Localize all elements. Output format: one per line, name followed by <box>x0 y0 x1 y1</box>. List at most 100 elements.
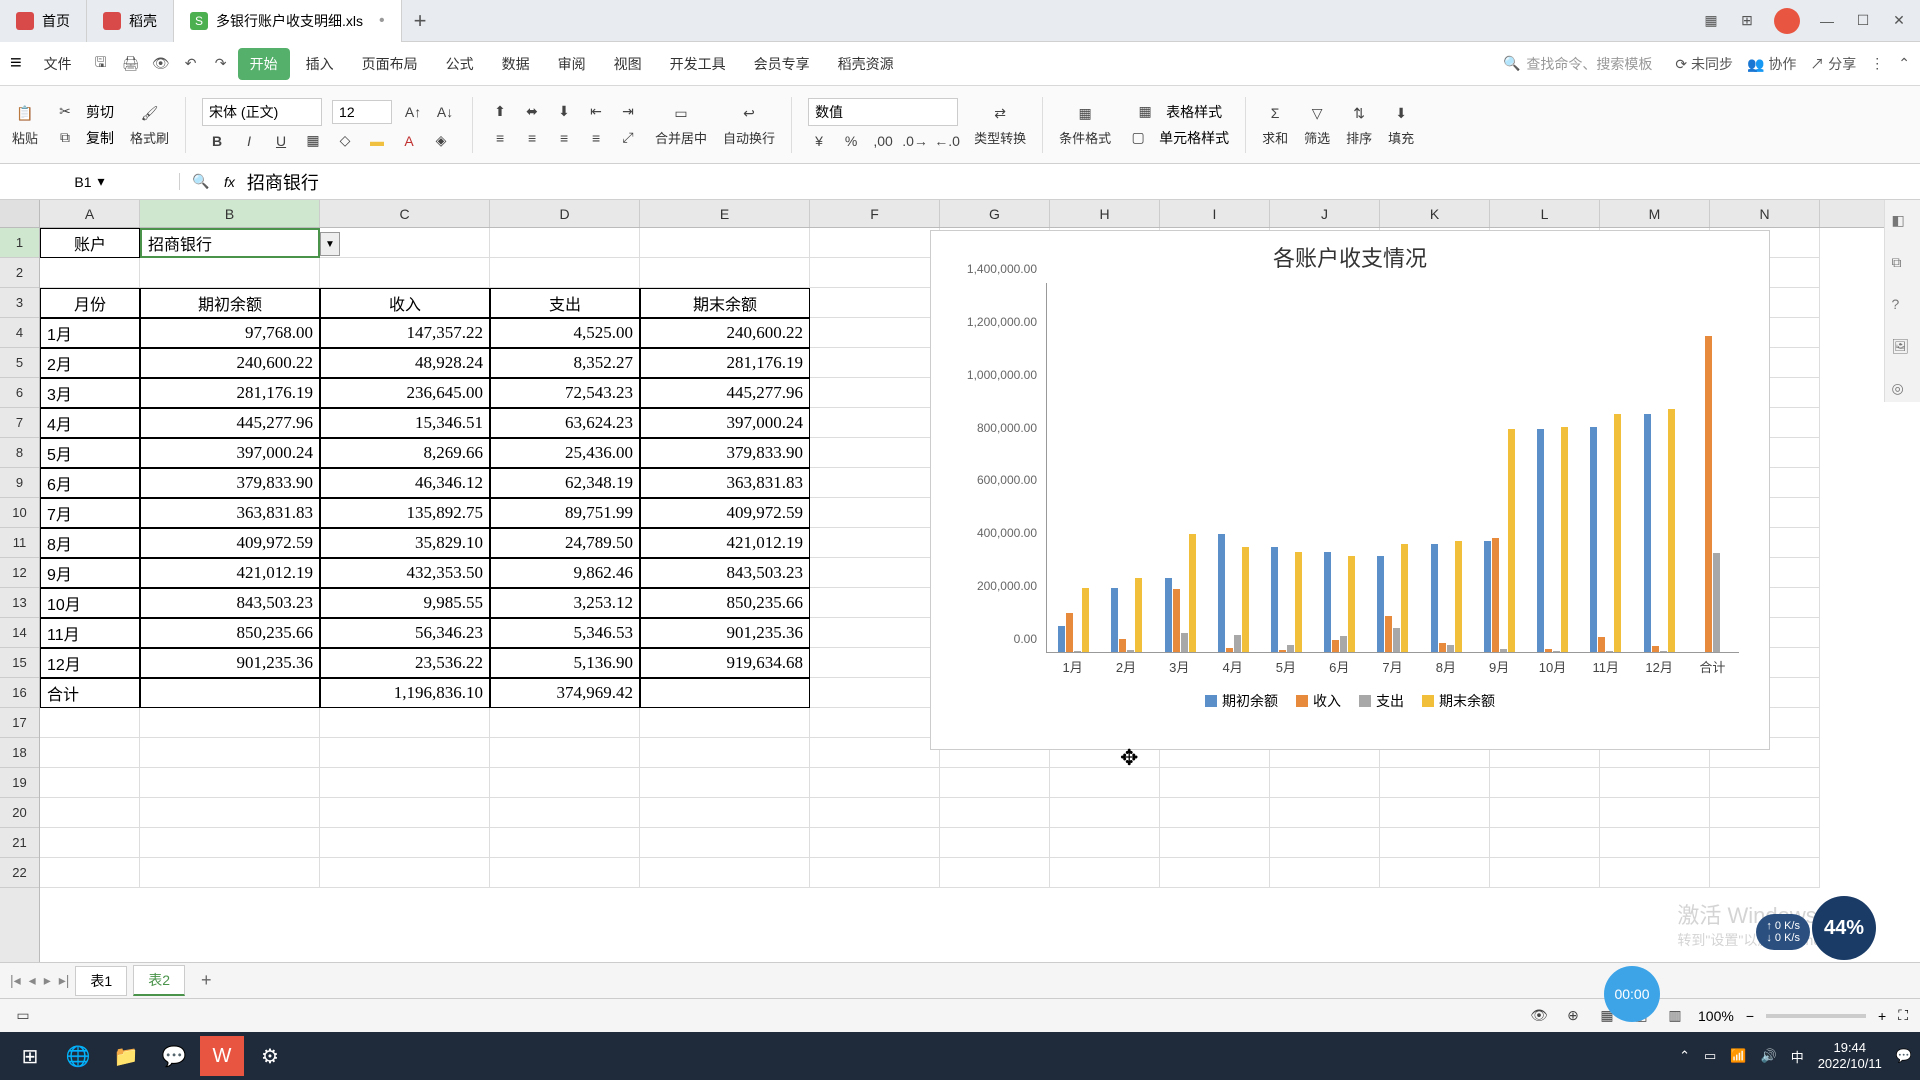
panel-icon-4[interactable]: 🖼 <box>1892 338 1914 360</box>
cell[interactable] <box>140 798 320 828</box>
first-sheet-icon[interactable]: |◂ <box>10 972 21 989</box>
decrease-font-icon[interactable]: A↓ <box>434 101 456 123</box>
col-header[interactable]: M <box>1600 200 1710 227</box>
cell[interactable]: 35,829.10 <box>320 528 490 558</box>
cell[interactable]: 25,436.00 <box>490 438 640 468</box>
cell[interactable]: 843,503.23 <box>140 588 320 618</box>
cell[interactable]: 363,831.83 <box>140 498 320 528</box>
indent-inc-icon[interactable]: ⇥ <box>617 101 639 123</box>
command-search[interactable]: 🔍查找命令、搜索模板 <box>1494 49 1661 79</box>
cell[interactable] <box>640 708 810 738</box>
cell[interactable] <box>490 228 640 258</box>
status-icon[interactable]: ▭ <box>12 1005 34 1027</box>
tablestyle-icon[interactable]: ▦ <box>1134 101 1156 123</box>
add-sheet-icon[interactable]: + <box>191 970 222 991</box>
grid-icon[interactable]: ▦ <box>1702 12 1720 30</box>
cell[interactable]: 2月 <box>40 348 140 378</box>
cell[interactable] <box>1270 828 1380 858</box>
cut-icon[interactable]: ✂ <box>54 101 76 123</box>
cell[interactable]: 445,277.96 <box>140 408 320 438</box>
cell[interactable]: 379,833.90 <box>640 438 810 468</box>
cell[interactable] <box>1270 768 1380 798</box>
cell[interactable]: 240,600.22 <box>140 348 320 378</box>
col-header[interactable]: D <box>490 200 640 227</box>
zoom-slider[interactable] <box>1766 1014 1866 1018</box>
cell[interactable] <box>640 798 810 828</box>
col-header[interactable]: J <box>1270 200 1380 227</box>
cell[interactable]: 12月 <box>40 648 140 678</box>
row-header[interactable]: 7 <box>0 408 39 438</box>
settings-icon[interactable]: ⚙ <box>248 1036 292 1076</box>
save-icon[interactable]: 🖫 <box>88 51 114 77</box>
cell[interactable]: 89,751.99 <box>490 498 640 528</box>
cell[interactable] <box>1160 768 1270 798</box>
menu-start[interactable]: 开始 <box>238 48 290 80</box>
cell[interactable] <box>1490 768 1600 798</box>
condfmt-icon[interactable]: ▦ <box>1074 102 1096 124</box>
number-format-select[interactable]: 数值 <box>808 98 958 126</box>
cell[interactable] <box>40 708 140 738</box>
cell[interactable] <box>810 618 940 648</box>
cell[interactable]: 月份 <box>40 288 140 318</box>
cell[interactable]: 期初余额 <box>140 288 320 318</box>
cell[interactable] <box>810 678 940 708</box>
cell[interactable] <box>40 798 140 828</box>
cell[interactable] <box>810 318 940 348</box>
col-header[interactable]: C <box>320 200 490 227</box>
cell[interactable]: 5,346.53 <box>490 618 640 648</box>
highlight-icon[interactable]: ▬ <box>366 130 388 152</box>
cell[interactable]: 236,645.00 <box>320 378 490 408</box>
start-icon[interactable]: ⊞ <box>8 1036 52 1076</box>
cell[interactable] <box>810 768 940 798</box>
row-header[interactable]: 17 <box>0 708 39 738</box>
last-sheet-icon[interactable]: ▸| <box>59 972 70 989</box>
cell[interactable] <box>40 828 140 858</box>
row-header[interactable]: 22 <box>0 858 39 888</box>
cell[interactable]: 374,969.42 <box>490 678 640 708</box>
cell[interactable] <box>810 528 940 558</box>
dec-inc-icon[interactable]: .0→ <box>904 130 926 152</box>
notifications-icon[interactable]: 💬 <box>1896 1048 1912 1064</box>
panel-icon-5[interactable]: ◎ <box>1892 380 1914 402</box>
cell[interactable]: 期末余额 <box>640 288 810 318</box>
cell[interactable]: 9,985.55 <box>320 588 490 618</box>
cell[interactable]: 281,176.19 <box>140 378 320 408</box>
fullscreen-icon[interactable]: ⛶ <box>1898 1007 1908 1024</box>
cell[interactable]: 5,136.90 <box>490 648 640 678</box>
hamburger-icon[interactable]: ≡ <box>10 52 22 75</box>
cell[interactable] <box>810 348 940 378</box>
cell[interactable]: 850,235.66 <box>640 588 810 618</box>
cell[interactable] <box>810 468 940 498</box>
cell[interactable] <box>810 498 940 528</box>
align-bot-icon[interactable]: ⬇ <box>553 101 575 123</box>
zoom-icon[interactable]: 🔍 <box>190 171 212 193</box>
cell[interactable] <box>640 738 810 768</box>
align-left-icon[interactable]: ≡ <box>489 127 511 149</box>
name-box[interactable]: B1 ▾ <box>0 173 180 190</box>
row-header[interactable]: 18 <box>0 738 39 768</box>
format-painter-icon[interactable]: 🖌 <box>139 102 161 124</box>
cell[interactable]: 1月 <box>40 318 140 348</box>
currency-icon[interactable]: ¥ <box>808 130 830 152</box>
tab-docer[interactable]: 稻壳 <box>87 0 174 42</box>
panel-icon-2[interactable]: ⧉ <box>1892 254 1914 276</box>
chart[interactable]: 各账户收支情况 0.00200,000.00400,000.00600,000.… <box>930 230 1770 750</box>
cell[interactable] <box>940 858 1050 888</box>
cell[interactable] <box>1050 768 1160 798</box>
cell[interactable]: 3月 <box>40 378 140 408</box>
col-header[interactable]: I <box>1160 200 1270 227</box>
cell[interactable]: 10月 <box>40 588 140 618</box>
cell[interactable] <box>810 588 940 618</box>
print-icon[interactable]: 🖨 <box>118 51 144 77</box>
cell[interactable] <box>810 708 940 738</box>
cellstyle-icon[interactable]: ▢ <box>1127 127 1149 149</box>
cell[interactable] <box>810 858 940 888</box>
cell[interactable] <box>810 438 940 468</box>
merge-icon[interactable]: ▭ <box>670 102 692 124</box>
cell[interactable]: 379,833.90 <box>140 468 320 498</box>
cell[interactable] <box>810 738 940 768</box>
cell[interactable] <box>490 708 640 738</box>
view-break-icon[interactable]: ▥ <box>1664 1005 1686 1027</box>
cell[interactable] <box>1380 768 1490 798</box>
cell[interactable] <box>140 258 320 288</box>
